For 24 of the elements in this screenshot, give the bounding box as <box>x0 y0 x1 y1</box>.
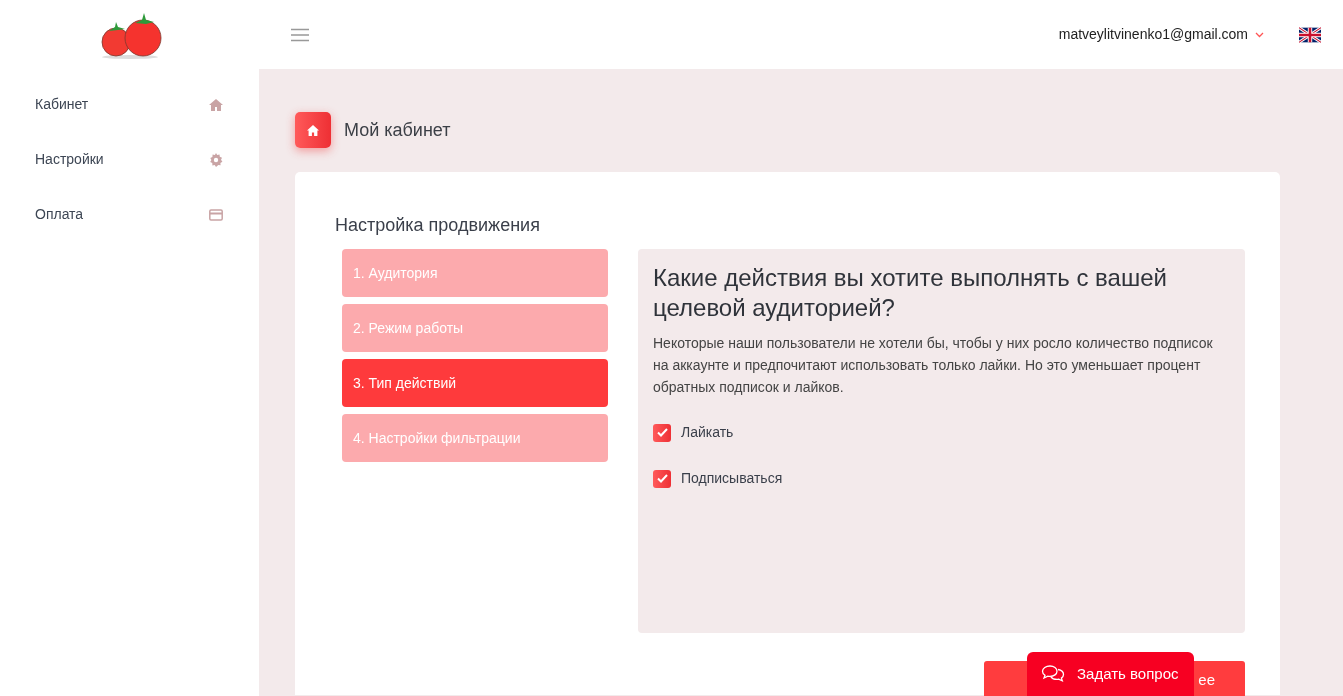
home-icon <box>209 97 223 112</box>
sidebar-item[interactable]: Настройки <box>0 132 259 187</box>
checkmark-icon <box>656 474 668 483</box>
chevron-down-icon[interactable] <box>1255 31 1264 38</box>
flag-icon[interactable] <box>1299 26 1321 43</box>
checkbox-label: Подписываться <box>681 469 783 488</box>
checkbox-label: Лайкать <box>681 423 734 442</box>
checkbox[interactable] <box>653 469 671 488</box>
checkmark-icon <box>656 428 668 437</box>
section-title: Настройка продвижения <box>335 214 540 237</box>
menu-icon[interactable] <box>290 27 310 42</box>
question-heading: Какие действия вы хотите выполнять с вашей целевой аудиторией? <box>653 263 1168 323</box>
sidebar-item[interactable]: Кабинет <box>0 77 259 132</box>
chat-icon <box>1041 664 1065 684</box>
home-icon <box>295 112 331 148</box>
chat-widget-tooltip[interactable]: Задать вопрос <box>1027 652 1194 696</box>
gear-icon <box>209 152 223 167</box>
user-email[interactable]: matveylitvinenko1@gmail.com <box>1058 24 1248 45</box>
card-icon <box>209 207 223 222</box>
page-title: Мой кабинет <box>344 118 451 142</box>
checkbox[interactable] <box>653 423 671 442</box>
step-tab[interactable]: 3. Тип действий <box>342 359 608 407</box>
description-text: Некоторые наши пользователи не хотели бы, чтобы у них росло количество подписок на аккаунте и предпочитают использовать только лайки. Но это уменьшает процент обратных подписок и лайков. <box>653 334 1214 397</box>
sidebar-item[interactable]: Оплата <box>0 187 259 242</box>
